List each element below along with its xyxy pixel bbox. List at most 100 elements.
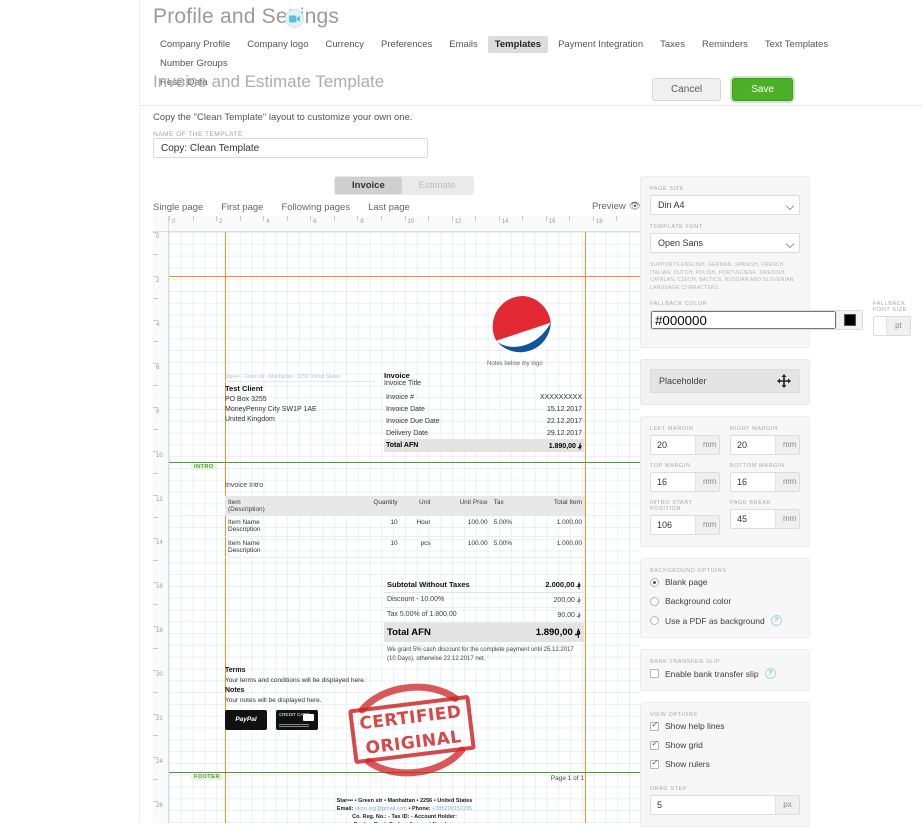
page-break-field[interactable]: mm — [730, 509, 800, 529]
page-break-input[interactable] — [731, 510, 775, 528]
sender-address-line: Star••• - Green str - Manhattan - 2256 U… — [225, 374, 375, 382]
footer-phone-label: • Phone: — [408, 806, 431, 812]
ruler-tick — [153, 407, 158, 409]
document-footer[interactable]: Star••• • Green str • Manhattan • 2256 •… — [169, 797, 640, 823]
footer-line-1: Star••• • Green str • Manhattan • 2256 •… — [169, 797, 640, 805]
bottom-margin-group: BOTTOM MARGIN mm — [730, 463, 800, 492]
items-table[interactable]: Item (Description) Quantity Unit Unit Pri… — [225, 496, 585, 558]
ruler-label: 12 — [454, 219, 462, 225]
ruler-tick — [545, 216, 547, 221]
tab-preferences[interactable]: Preferences — [374, 36, 439, 53]
ruler-label: 20 — [156, 671, 163, 678]
item-name: Item Name — [228, 540, 260, 547]
left-margin-input[interactable] — [651, 436, 695, 454]
pagetab-last-page[interactable]: Last page — [368, 202, 410, 213]
tab-reminders[interactable]: Reminders — [695, 36, 755, 53]
tab-taxes[interactable]: Taxes — [653, 36, 692, 53]
invoice-meta-block[interactable]: Invoice Invoice Title Invoice # XXXXXXXX… — [384, 371, 584, 452]
intro-start-input[interactable] — [651, 516, 695, 534]
ruler-label: 14 — [156, 540, 163, 547]
page-sheet[interactable]: INTRO FOOTER Notes below my logo Star•••… — [169, 232, 640, 823]
video-icon[interactable] — [285, 9, 304, 28]
fallback-font-size-input[interactable] — [874, 317, 886, 335]
save-button[interactable]: Save — [732, 78, 793, 101]
doctype-invoice[interactable]: Invoice — [335, 177, 402, 194]
fallback-font-size-field[interactable]: pt — [873, 316, 911, 336]
cell-tax: 5.00% — [493, 540, 513, 547]
page-size-select[interactable]: Din A4 — [650, 195, 800, 215]
ruler-label: 12 — [156, 496, 163, 503]
totals-block[interactable]: Subtotal Without Taxes 2.000,00 ؋ Discou… — [384, 577, 584, 664]
ruler-tick — [153, 801, 158, 803]
radio-pdf-background[interactable]: Use a PDF as background ? — [650, 615, 800, 626]
help-icon[interactable]: ? — [764, 668, 776, 679]
tab-text-templates[interactable]: Text Templates — [758, 36, 835, 53]
top-margin-label: TOP MARGIN — [650, 463, 691, 469]
meta-row-invoice-number: Invoice # XXXXXXXXX — [384, 391, 584, 403]
client-line3: United Kingdom — [225, 416, 275, 423]
guide-tag-intro: INTRO — [191, 464, 217, 470]
radio-background-color[interactable]: Background color — [650, 596, 800, 606]
fallback-color-field[interactable] — [650, 310, 863, 330]
drag-step-input[interactable] — [651, 796, 775, 814]
tab-emails[interactable]: Emails — [442, 36, 485, 53]
right-margin-field[interactable]: mm — [730, 435, 800, 455]
tab-currency[interactable]: Currency — [319, 36, 372, 53]
template-name-input[interactable] — [153, 138, 428, 158]
fallback-font-size-label: FALLBACK FONT SIZE — [873, 301, 908, 313]
checkbox-icon — [650, 720, 659, 731]
checkbox-show-rulers[interactable]: Show rulers — [650, 758, 800, 769]
tab-company-logo[interactable]: Company logo — [240, 36, 315, 53]
radio-blank-page[interactable]: Blank page — [650, 577, 800, 587]
guide-line-intro[interactable] — [169, 462, 640, 463]
checkbox-show-grid[interactable]: Show grid — [650, 739, 800, 750]
pagetab-first-page[interactable]: First page — [221, 202, 263, 213]
cancel-button[interactable]: Cancel — [652, 78, 722, 101]
pagetab-single-page[interactable]: Single page — [153, 202, 203, 213]
template-canvas[interactable]: 02468101214161820 0246810121416182022242… — [153, 216, 650, 823]
placeholder-drag-handle[interactable]: Placeholder — [650, 369, 800, 393]
fallback-color-input[interactable] — [651, 311, 836, 329]
cell-price: 100.00 — [467, 519, 488, 526]
company-logo[interactable] — [491, 294, 556, 359]
ruler-tick — [357, 216, 359, 221]
tab-payment-integration[interactable]: Payment Integration — [551, 36, 650, 53]
ruler-tick — [192, 216, 194, 221]
color-swatch-button[interactable] — [836, 311, 862, 329]
meta-row-invoice-date: Invoice Date 15.12.2017 — [384, 403, 584, 415]
checkbox-enable-bank-slip[interactable]: Enable bank transfer slip ? — [650, 668, 800, 679]
guide-line-top-margin[interactable] — [169, 276, 640, 277]
tab-templates[interactable]: Templates — [487, 36, 549, 53]
pagetab-following-pages[interactable]: Following pages — [281, 202, 350, 213]
drag-step-field[interactable]: px — [650, 795, 800, 815]
paypal-badge: PayPal — [225, 710, 267, 730]
top-margin-field[interactable]: mm — [650, 472, 720, 492]
guide-line-right-margin[interactable] — [585, 232, 586, 823]
view-options-label: VIEW OPTIONS — [650, 712, 698, 718]
ruler-tick — [169, 216, 170, 221]
placeholder-card: Placeholder — [640, 359, 810, 405]
tab-number-groups[interactable]: Number Groups — [153, 55, 235, 72]
certified-original-stamp[interactable]: CERTIFIED ORIGINAL — [332, 675, 492, 785]
template-font-select[interactable]: Open Sans — [650, 233, 800, 253]
tab-company-profile[interactable]: Company Profile — [153, 36, 237, 53]
invoice-intro-text[interactable]: Invoice Intro — [225, 482, 263, 489]
checkbox-show-help-lines[interactable]: Show help lines — [650, 720, 800, 731]
left-margin-group: LEFT MARGIN mm — [650, 426, 720, 455]
intro-start-field[interactable]: mm — [650, 515, 720, 535]
ruler-tick — [153, 297, 158, 299]
left-margin-field[interactable]: mm — [650, 435, 720, 455]
right-margin-input[interactable] — [731, 436, 775, 454]
payment-badges[interactable]: PayPal CREDIT CARD — [225, 710, 324, 730]
bottom-margin-input[interactable] — [731, 473, 775, 491]
ruler-label: 18 — [156, 628, 163, 634]
help-icon[interactable]: ? — [770, 615, 782, 626]
top-margin-input[interactable] — [651, 473, 695, 491]
meta-value: 22.12.2017 — [546, 417, 582, 425]
doctype-estimate[interactable]: Estimate — [402, 177, 473, 194]
right-margin-label: RIGHT MARGIN — [730, 426, 778, 432]
preview-button[interactable]: Preview 👁 — [592, 201, 641, 212]
bottom-margin-field[interactable]: mm — [730, 472, 800, 492]
item-name: Item Name — [228, 519, 260, 526]
ruler-tick — [153, 494, 158, 496]
